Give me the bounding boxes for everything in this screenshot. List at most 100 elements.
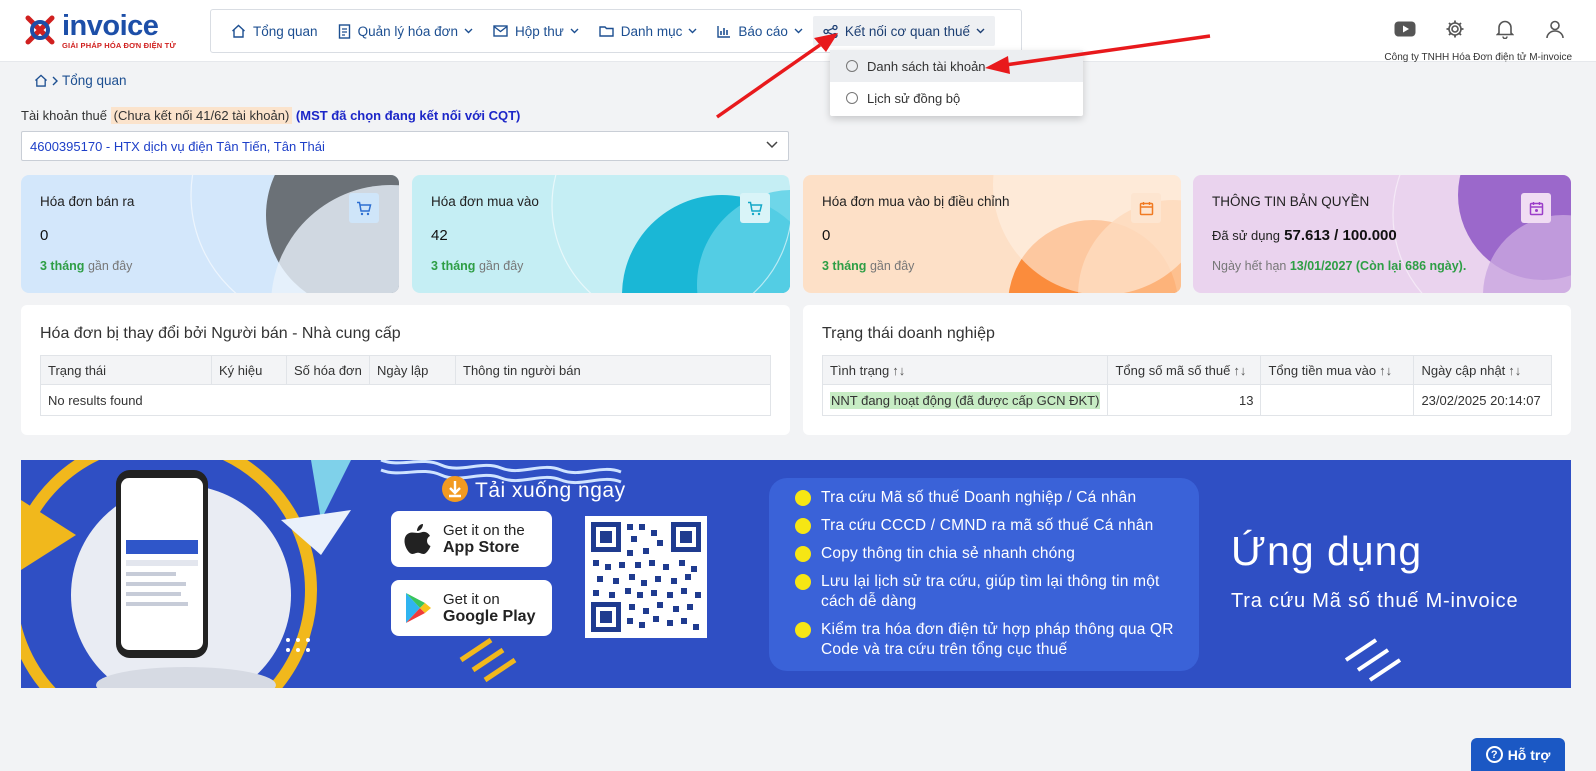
- column-header-sortable[interactable]: Tình trạng ↑↓: [821, 355, 1109, 385]
- nav-mailbox-label: Hộp thư: [514, 23, 564, 39]
- table-row: NNT đang hoạt động (đã được cấp GCN ĐKT)…: [821, 384, 1552, 416]
- download-now-title: Tải xuống ngay: [475, 479, 626, 502]
- nav-tax-label: Kết nối cơ quan thuế: [844, 23, 971, 39]
- gear-icon[interactable]: [1444, 18, 1466, 40]
- document-icon: [338, 23, 350, 39]
- status-cell: NNT đang hoạt động (đã được cấp GCN ĐKT): [821, 384, 1109, 416]
- brand-logo[interactable]: invoice GIẢI PHÁP HÓA ĐƠN ĐIỆN TỬ: [22, 10, 176, 52]
- card-value: 42: [431, 227, 448, 244]
- bullet-icon: [795, 490, 811, 506]
- card-license-info: THÔNG TIN BẢN QUYỀN Đã sử dụng 57.613 / …: [1193, 175, 1571, 293]
- feature-list: Tra cứu Mã số thuế Doanh nghiệp / Cá nhâ…: [769, 478, 1199, 671]
- card-purchase-invoices: Hóa đơn mua vào 42 3 tháng gần đây: [412, 175, 790, 293]
- card-decoration: [993, 175, 1181, 293]
- card-value: Đã sử dụng 57.613 / 100.000: [1212, 227, 1397, 244]
- brand-tagline: GIẢI PHÁP HÓA ĐƠN ĐIỆN TỬ: [62, 41, 176, 50]
- column-header[interactable]: Ký hiệu: [211, 355, 287, 385]
- card-title: Hóa đơn mua vào bị điều chỉnh: [822, 194, 1010, 209]
- feature-item: Copy thông tin chia sẻ nhanh chóng: [795, 544, 1199, 564]
- google-play-line1: Get it on: [443, 591, 500, 608]
- nav-invoice-management[interactable]: Quản lý hóa đơn: [328, 16, 483, 46]
- column-header-sortable[interactable]: Ngày cập nhật ↑↓: [1413, 355, 1552, 385]
- empty-message: No results found: [40, 384, 771, 416]
- support-label: Hỗ trợ: [1507, 746, 1551, 763]
- app-store-button[interactable]: Get it on the App Store: [391, 511, 552, 567]
- card-decoration: [190, 175, 399, 293]
- chevron-down-icon: [766, 141, 778, 149]
- app-promo-banner[interactable]: Tải xuống ngay Get it on the App Store Ge…: [21, 460, 1571, 688]
- column-header-sortable[interactable]: Tổng tiền mua vào ↑↓: [1260, 355, 1415, 385]
- radio-icon: [846, 60, 858, 72]
- table-row: No results found: [40, 384, 771, 416]
- header-actions: [1394, 18, 1566, 40]
- download-icon: [442, 476, 468, 502]
- card-footer: 3 tháng gần đây: [822, 259, 915, 273]
- tax-account-label: Tài khoản thuế (Chưa kết nối 41/62 tài k…: [21, 107, 521, 124]
- nav-tax-connection[interactable]: Kết nối cơ quan thuế: [812, 16, 996, 46]
- support-button[interactable]: ? Hỗ trợ: [1471, 738, 1565, 771]
- column-header[interactable]: Số hóa đơn: [286, 355, 370, 385]
- bar-chart-icon: [717, 25, 731, 38]
- nav-mailbox[interactable]: Hộp thư: [483, 16, 589, 46]
- chevron-down-icon: [570, 28, 579, 34]
- column-header[interactable]: Ngày lập: [369, 355, 456, 385]
- column-header[interactable]: Thông tin người bán: [455, 355, 771, 385]
- qr-code-icon: [591, 522, 701, 632]
- tax-account-select[interactable]: 4600395170 - HTX dịch vụ điện Tân Tiến, …: [21, 131, 789, 161]
- table-header-row: Tình trạng ↑↓ Tổng số mã số thuế ↑↓ Tổng t…: [821, 355, 1552, 385]
- help-icon: ?: [1485, 746, 1503, 763]
- feature-item: Lưu lại lịch sử tra cứu, giúp tìm lại th…: [795, 572, 1199, 612]
- bullet-icon: [795, 546, 811, 562]
- user-icon[interactable]: [1544, 18, 1566, 40]
- home-icon[interactable]: [34, 74, 48, 87]
- amount-cell: [1260, 384, 1415, 416]
- mail-icon: [493, 25, 508, 37]
- nav-reports[interactable]: Báo cáo: [707, 16, 813, 46]
- logo-mark-icon: [25, 15, 55, 45]
- feature-item: Tra cứu CCCD / CMND ra mã số thuế Cá nhâ…: [795, 516, 1199, 536]
- card-title: Hóa đơn mua vào: [431, 194, 539, 209]
- google-play-button[interactable]: Get it on Google Play: [391, 580, 552, 636]
- column-header[interactable]: Trạng thái: [40, 355, 212, 385]
- panel-title: Trạng thái doanh nghiệp: [822, 325, 995, 342]
- youtube-icon[interactable]: [1394, 18, 1416, 40]
- main-nav: Tổng quan Quản lý hóa đơn Hộp thư Danh m…: [210, 9, 1022, 53]
- app-store-line2: App Store: [443, 539, 520, 556]
- dropdown-item-sync-history[interactable]: Lịch sử đồng bộ: [830, 82, 1083, 114]
- app-store-line1: Get it on the: [443, 522, 525, 539]
- folder-icon: [599, 26, 614, 37]
- nav-overview[interactable]: Tổng quan: [221, 16, 328, 46]
- nav-catalog-label: Danh mục: [620, 23, 683, 39]
- sort-icon: ↑↓: [1379, 362, 1393, 378]
- count-cell: 13: [1107, 384, 1262, 416]
- chevron-down-icon: [688, 28, 697, 34]
- breadcrumb-current[interactable]: Tổng quan: [62, 73, 127, 88]
- qr-code[interactable]: [585, 516, 707, 638]
- apple-icon: [404, 524, 431, 554]
- calendar-icon: [1521, 193, 1551, 223]
- tax-connection-note: (MST đã chọn đang kết nối với CQT): [295, 108, 521, 123]
- nav-reports-label: Báo cáo: [738, 23, 788, 39]
- card-sales-invoices: Hóa đơn bán ra 0 3 tháng gần đây: [21, 175, 399, 293]
- card-decoration: [551, 175, 790, 293]
- card-title: THÔNG TIN BẢN QUYỀN: [1212, 194, 1370, 209]
- business-status-panel: Trạng thái doanh nghiệp Tình trạng ↑↓ Tổn…: [803, 305, 1571, 435]
- column-header-sortable[interactable]: Tổng số mã số thuế ↑↓: [1107, 355, 1262, 385]
- nav-invoice-label: Quản lý hóa đơn: [357, 23, 458, 39]
- nav-catalog[interactable]: Danh mục: [589, 16, 708, 46]
- status-badge: NNT đang hoạt động (đã được cấp GCN ĐKT): [830, 391, 1101, 409]
- home-icon: [232, 24, 245, 38]
- banner-headline: Ứng dụng: [1231, 528, 1423, 574]
- bell-icon[interactable]: [1494, 18, 1516, 40]
- tax-account-selected: 4600395170 - HTX dịch vụ điện Tân Tiến, …: [30, 138, 325, 154]
- business-status-table: Tình trạng ↑↓ Tổng số mã số thuế ↑↓ Tổng t…: [821, 355, 1552, 416]
- dropdown-item-account-list[interactable]: Danh sách tài khoản: [830, 50, 1083, 82]
- google-play-line2: Google Play: [443, 608, 536, 625]
- radio-icon: [846, 92, 858, 104]
- dropdown-item-label: Lịch sử đồng bộ: [867, 90, 961, 106]
- card-adjusted-purchase-invoices: Hóa đơn mua vào bị điều chỉnh 0 3 tháng …: [803, 175, 1181, 293]
- card-footer: Ngày hết hạn 13/01/2027 (Còn lại 686 ngà…: [1212, 259, 1467, 273]
- card-value: 0: [40, 227, 49, 244]
- card-footer: 3 tháng gần đây: [40, 259, 133, 273]
- feature-item: Tra cứu Mã số thuế Doanh nghiệp / Cá nhâ…: [795, 488, 1199, 508]
